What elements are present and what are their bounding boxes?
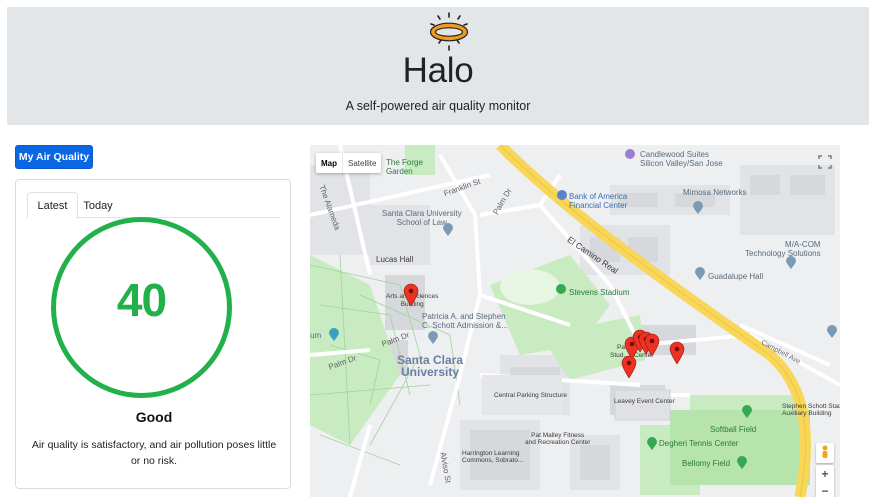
poi-pin-icon[interactable] — [826, 325, 838, 339]
map-label-central-parking: Central Parking Structure — [494, 392, 567, 399]
fullscreen-icon[interactable] — [815, 152, 835, 172]
aqi-status: Good — [135, 409, 173, 425]
map-label-candlewood: Candlewood Suites Silicon Valley/San Jose — [640, 150, 723, 168]
map-view[interactable]: Map Satellite The Forge Garden Candlewood… — [310, 145, 840, 497]
zoom-control: + − — [816, 465, 834, 497]
poi-pin-icon[interactable] — [624, 148, 636, 160]
map-label-stevens: Stevens Stadium — [569, 288, 630, 297]
header-banner: Halo A self-powered air quality monitor — [7, 7, 869, 125]
map-label-lucas-hall: Lucas Hall — [376, 255, 414, 264]
map-label-degheri: Degheri Tennis Center — [659, 439, 739, 448]
park-icon[interactable] — [646, 437, 658, 451]
poi-pin-icon[interactable] — [427, 331, 439, 345]
map-label-forge-garden: The Forge Garden — [386, 158, 423, 176]
map-label-leavey: Leavey Event Center — [614, 398, 675, 405]
marker-icon[interactable] — [403, 283, 419, 307]
map-type-control: Map Satellite — [316, 153, 382, 173]
map-label-softball: Softball Field — [710, 425, 757, 434]
map-label-um: um — [310, 331, 322, 340]
map-type-map[interactable]: Map — [316, 153, 342, 173]
map-label-bank: Bank of America Financial Center — [569, 192, 628, 210]
poi-pin-icon[interactable] — [442, 223, 454, 237]
map-label-bellomy: Bellomy Field — [682, 459, 731, 468]
poi-pin-icon[interactable] — [692, 201, 704, 215]
my-air-quality-button[interactable]: My Air Quality — [15, 145, 93, 169]
poi-pin-icon[interactable] — [785, 256, 797, 270]
marker-icon[interactable] — [669, 341, 685, 365]
marker-icon[interactable] — [644, 333, 660, 357]
poi-pin-icon[interactable] — [328, 328, 340, 342]
map-label-schott-stadium: Stephen Schott Stad Auxiliary Building — [782, 403, 840, 417]
marker-icon[interactable] — [621, 355, 637, 379]
app-title: Halo — [402, 51, 474, 90]
poi-pin-icon[interactable] — [694, 267, 706, 281]
map-label-scu: Santa Clara University — [397, 353, 464, 379]
aqi-value: 40 — [116, 274, 167, 326]
map-label-macom: M/A-COM Technology Solutions — [745, 240, 821, 258]
map-label-harrington: Harrington Learning Commons, Sobrato... — [462, 450, 524, 464]
map-label-guadalupe: Guadalupe Hall — [708, 272, 764, 281]
zoom-out-button[interactable]: − — [816, 482, 834, 497]
pegman-icon[interactable] — [816, 443, 834, 463]
app-subtitle: A self-powered air quality monitor — [345, 99, 531, 113]
aqi-description: Air quality is satisfactory, and air pol… — [31, 439, 277, 467]
zoom-in-button[interactable]: + — [816, 465, 834, 482]
map-label-schott-admission: Patricia A. and Stephen C. Schott Admissi… — [422, 312, 508, 330]
map-label-malley: Pat Malley Fitness and Recreation Center — [525, 432, 591, 446]
park-icon[interactable] — [741, 405, 753, 419]
park-icon[interactable] — [555, 283, 567, 295]
map-type-satellite[interactable]: Satellite — [342, 153, 381, 173]
park-icon[interactable] — [736, 456, 748, 470]
poi-pin-icon[interactable] — [556, 189, 568, 201]
halo-logo-icon — [429, 12, 469, 51]
map-label-mimosa: Mimosa Networks — [683, 188, 747, 197]
air-quality-card: Latest Today 40 Good Air quality is sati… — [15, 179, 291, 489]
